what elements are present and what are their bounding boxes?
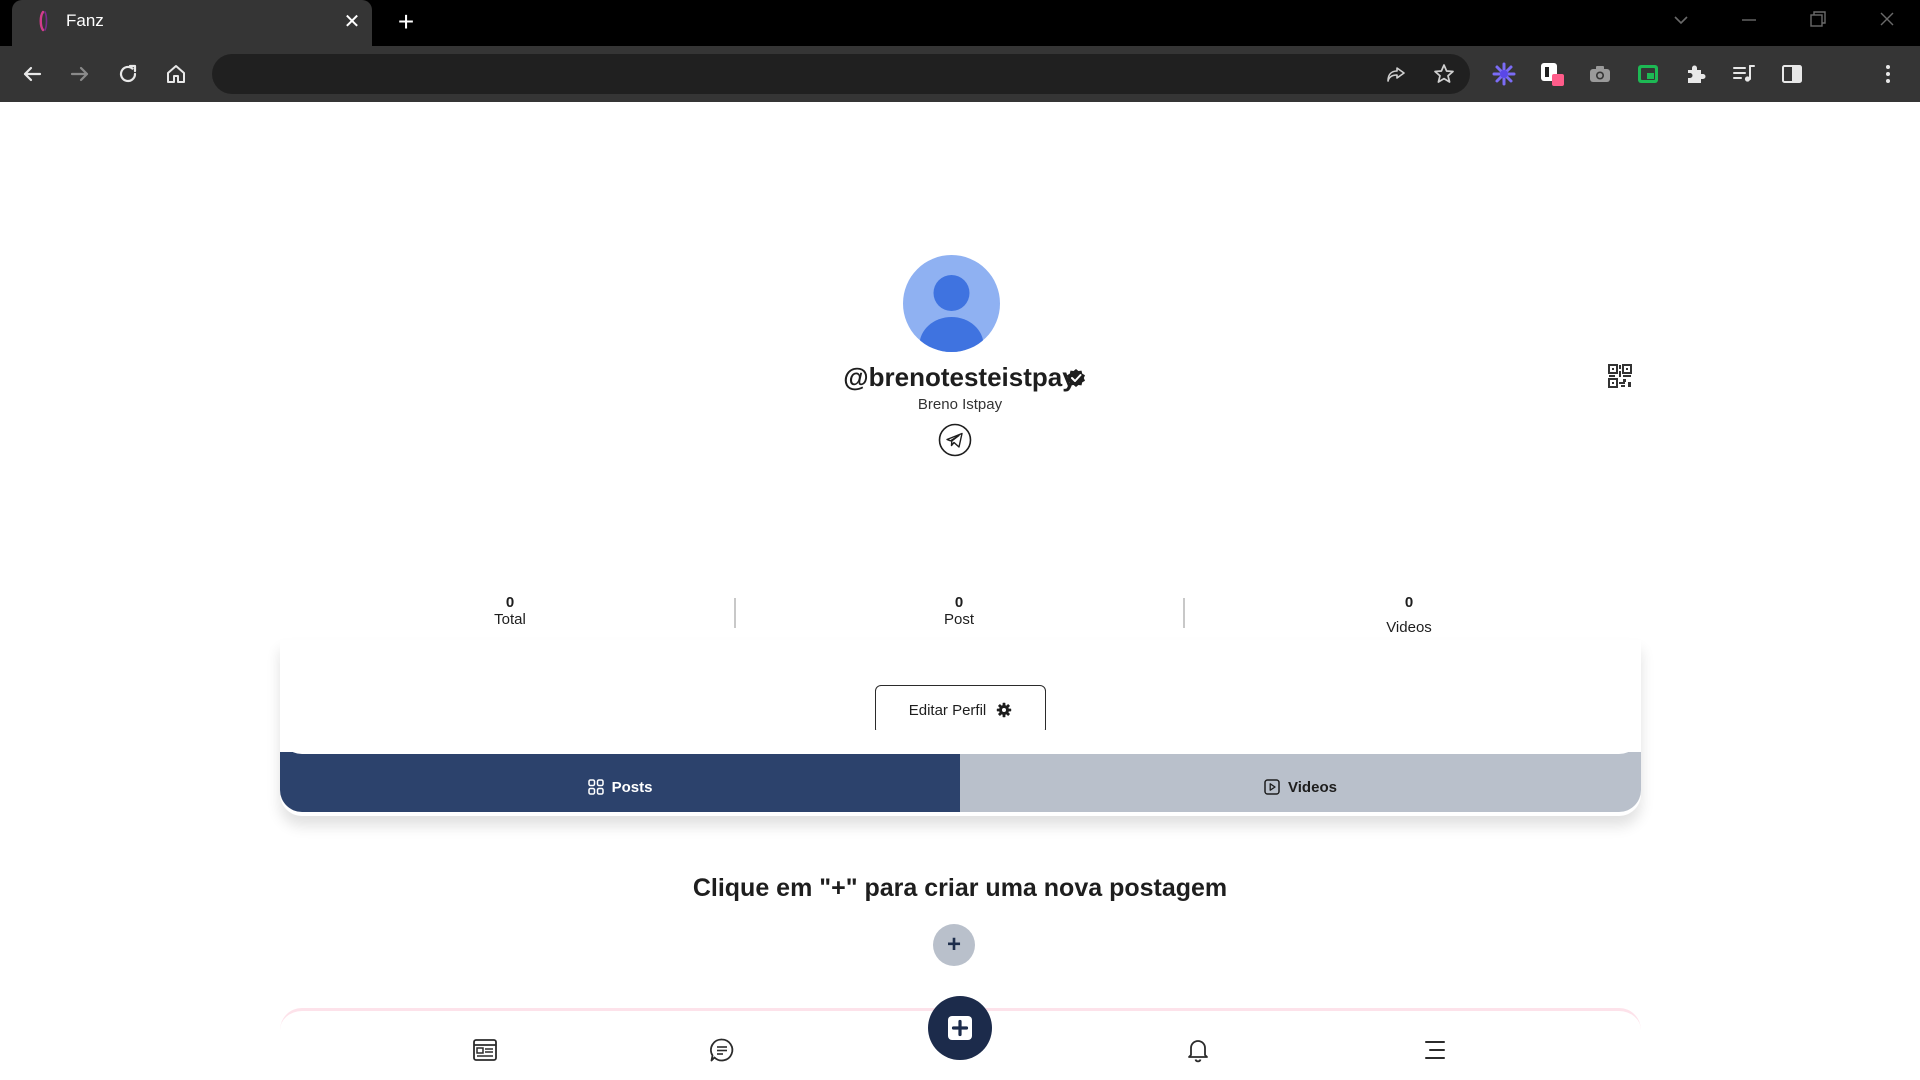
extensions-puzzle-icon[interactable] (1680, 58, 1712, 90)
home-icon[interactable] (160, 58, 192, 90)
profile-username: @brenotesteistpay (843, 362, 1077, 392)
menu-dots-icon[interactable] (1872, 58, 1904, 90)
stat-divider (1183, 598, 1185, 628)
feed-icon[interactable] (470, 1035, 500, 1065)
close-window-icon[interactable] (1870, 4, 1904, 36)
new-tab-button[interactable]: + (390, 6, 422, 38)
back-icon[interactable] (16, 58, 48, 90)
tab-search-icon[interactable] (1664, 4, 1698, 36)
menu-lines-icon[interactable] (1420, 1035, 1450, 1065)
notifications-bell-icon[interactable] (1183, 1035, 1213, 1065)
create-post-fab[interactable] (928, 996, 992, 1060)
camera-icon[interactable] (1584, 58, 1616, 90)
side-panel-icon[interactable] (1776, 58, 1808, 90)
tab-posts[interactable]: Posts (280, 752, 960, 812)
plus-square-icon (948, 1016, 972, 1040)
stat-post-value: 0 (954, 594, 964, 611)
stat-videos-label: Videos (1386, 619, 1432, 636)
browser-toolbar (0, 46, 1920, 102)
content-tabs: Posts Videos (280, 752, 1641, 812)
tab-videos-label: Videos (1288, 778, 1337, 796)
browser-tab[interactable]: Fanz ✕ (12, 0, 372, 46)
video-play-icon (1264, 779, 1280, 795)
verified-badge-icon (1067, 369, 1085, 387)
reload-icon[interactable] (112, 58, 144, 90)
stat-total: 0 Total (440, 594, 580, 628)
media-control-icon[interactable] (1728, 58, 1760, 90)
avatar[interactable] (903, 255, 1000, 352)
stat-videos: 0 Videos (1339, 594, 1479, 636)
extension-badge-icon[interactable] (1536, 58, 1568, 90)
bookmark-star-icon[interactable] (1428, 58, 1460, 90)
close-tab-icon[interactable]: ✕ (338, 8, 366, 36)
telegram-icon[interactable] (938, 423, 972, 457)
fanz-favicon-icon (39, 10, 48, 32)
tab-posts-label: Posts (611, 778, 653, 796)
forward-icon[interactable] (64, 58, 96, 90)
green-extension-icon[interactable] (1632, 58, 1664, 90)
tab-title: Fanz (66, 11, 104, 30)
profile-display-name: Breno Istpay (917, 396, 1003, 413)
browser-tab-bar: Fanz ✕ + (0, 0, 1920, 46)
share-icon[interactable] (1380, 58, 1412, 90)
create-post-small-button[interactable]: + (933, 924, 975, 966)
stat-post-label: Post (943, 611, 974, 628)
stat-total-value: 0 (505, 594, 515, 611)
stat-divider (734, 598, 736, 628)
empty-state-message: Clique em "+" para criar uma nova postag… (692, 874, 1228, 902)
qr-code-icon[interactable] (1607, 363, 1633, 389)
profile-card-bottom (280, 730, 1641, 754)
restore-icon[interactable] (1800, 4, 1834, 36)
tab-videos[interactable]: Videos (960, 752, 1641, 812)
stat-total-label: Total (494, 611, 526, 628)
minimize-icon[interactable] (1732, 4, 1766, 36)
stat-post: 0 Post (889, 594, 1029, 628)
extension-flower-icon[interactable] (1488, 58, 1520, 90)
grid-icon (587, 779, 604, 795)
chat-icon[interactable] (707, 1035, 737, 1065)
stat-videos-value: 0 (1404, 594, 1414, 611)
address-bar[interactable] (212, 54, 1470, 94)
